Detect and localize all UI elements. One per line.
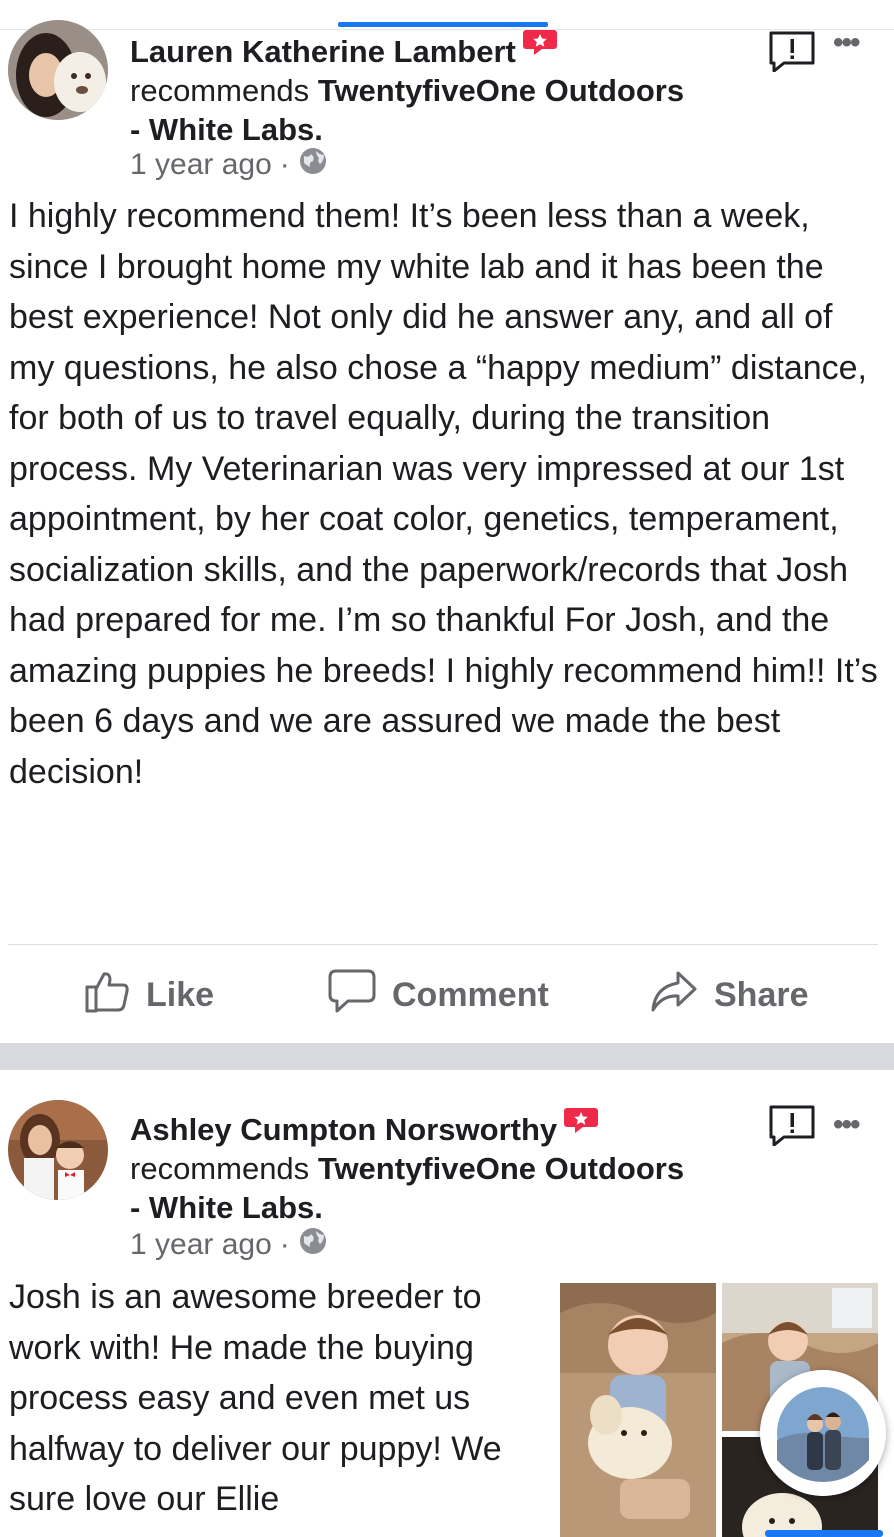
comment-bubble-icon [328,968,392,1023]
page-name-link[interactable]: TwentyfiveOne Outdoors [318,73,684,108]
meta-separator: · [279,148,290,181]
post-photo[interactable] [560,1283,716,1537]
like-label: Like [146,975,215,1014]
post-header: Lauren Katherine Lambert recommends Twen… [130,26,750,149]
post-meta: 1 year ago · [130,1226,328,1264]
chat-head-avatar [760,1370,886,1496]
share-button[interactable]: Share [650,965,809,1025]
globe-icon [298,1226,328,1264]
like-button[interactable]: Like [84,965,214,1025]
post-actions: Like Comment Share [0,965,894,1025]
recommend-badge-icon [522,26,558,65]
post-body: I highly recommend them! It’s been less … [9,197,878,791]
bottom-tab-indicator [765,1530,883,1537]
page-name-link-continued[interactable]: - White Labs. [130,112,323,147]
report-flag-icon[interactable] [768,30,816,77]
meta-separator: · [279,1228,290,1261]
feed-separator [0,1043,894,1070]
recommends-label: recommends [130,1151,310,1186]
comment-label: Comment [392,975,549,1014]
globe-icon [298,146,328,184]
author-name[interactable]: Ashley Cumpton Norsworthy [130,1112,557,1147]
comment-button[interactable]: Comment [328,965,549,1025]
share-label: Share [714,975,809,1014]
page-name-link[interactable]: TwentyfiveOne Outdoors [318,1151,684,1186]
author-name[interactable]: Lauren Katherine Lambert [130,34,516,69]
recommend-badge-icon [563,1104,599,1143]
recommends-label: recommends [130,73,310,108]
action-divider [8,944,878,945]
chat-head-bubble[interactable] [760,1370,886,1496]
thumbs-up-icon [84,968,146,1023]
post-timestamp[interactable]: 1 year ago [130,1228,272,1262]
recommendation-post: Lauren Katherine Lambert recommends Twen… [0,20,894,1043]
report-flag-icon[interactable] [768,1104,816,1151]
page-name-link-continued[interactable]: - White Labs. [130,1190,323,1225]
avatar[interactable] [8,1100,108,1200]
more-options-icon[interactable]: ••• [833,1108,860,1142]
avatar-image [8,1100,108,1200]
recommendation-post: Ashley Cumpton Norsworthy recommends Twe… [0,1070,894,1537]
avatar[interactable] [8,20,108,120]
post-meta: 1 year ago · [130,146,328,184]
post-body: Josh is an awesome breeder to work with!… [9,1278,502,1518]
more-options-icon[interactable]: ••• [833,26,860,60]
avatar-image [8,20,108,120]
post-header: Ashley Cumpton Norsworthy recommends Twe… [130,1104,750,1227]
share-arrow-icon [650,968,714,1023]
post-timestamp[interactable]: 1 year ago [130,148,272,182]
